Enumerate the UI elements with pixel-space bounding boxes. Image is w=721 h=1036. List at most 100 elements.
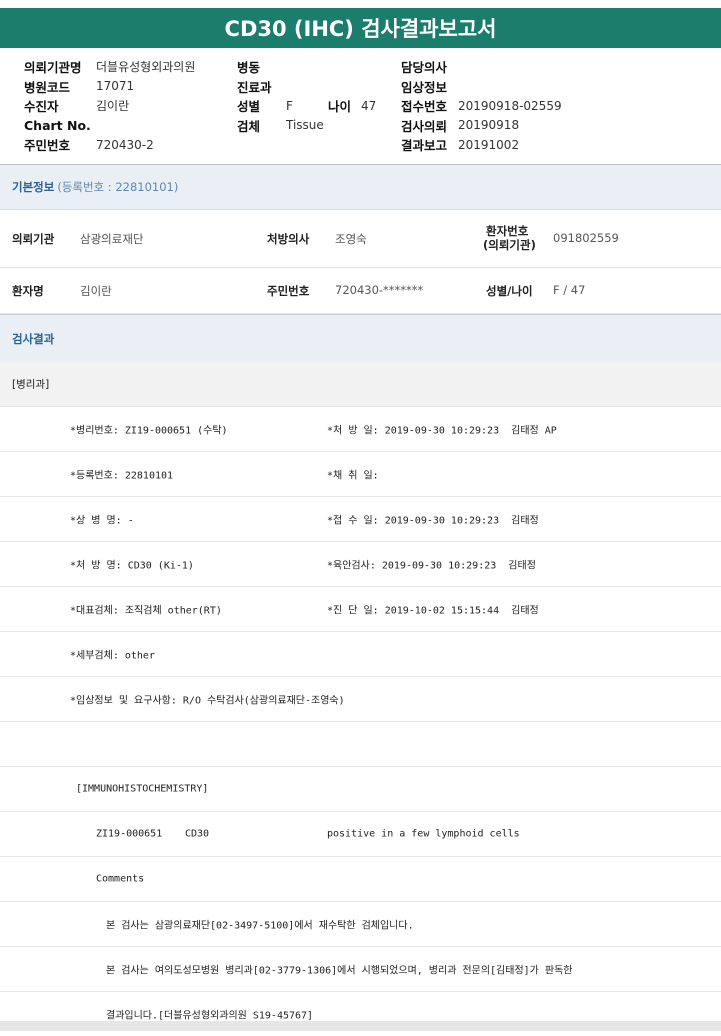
result-left: *등록번호: 22810101 xyxy=(70,470,174,482)
field-value: F xyxy=(286,98,293,113)
registration-number: (등록번호 : 22810101) xyxy=(57,180,179,194)
comments-label: Comments xyxy=(96,873,145,885)
header-col-1: 의뢰기관명 더블유성형외과의원 병원코드 17071 수진자 김이란 Chart No… xyxy=(24,57,195,155)
result-left: *대표검체: 조직검체 other(RT) xyxy=(70,605,222,617)
header-field: 의뢰기관명 더블유성형외과의원 xyxy=(24,57,195,77)
name-value: 김이란 xyxy=(80,284,112,298)
ihc-header: [IMMUNOHISTOCHEMISTRY] xyxy=(76,783,209,795)
ihc-marker: CD30 xyxy=(185,828,210,840)
result-right: *진 단 일: 2019-10-02 15:15:44 김태정 xyxy=(327,605,539,617)
comment-row: 본 검사는 삼광의료재단[02-3497-5100]에서 재수탁한 검체입니다. xyxy=(0,902,721,947)
result-left: *세부검체: other xyxy=(70,650,155,662)
field-value: 720430-2 xyxy=(96,137,154,152)
field-value: 17071 xyxy=(96,79,135,94)
comment-text: 결과입니다.[더블유성형외과의원 S19-45767] xyxy=(106,1010,314,1022)
comment-text: 본 검사는 여의도성모병원 병리과[02-3779-1306]에서 시행되었으며… xyxy=(106,965,573,977)
field-value: 20191002 xyxy=(458,137,520,152)
field-label: 주민번호 xyxy=(24,138,71,154)
field-label: 병동 xyxy=(237,60,261,76)
result-line: *등록번호: 22810101 *채 취 일: xyxy=(0,452,721,497)
result-line: *대표검체: 조직검체 other(RT) *진 단 일: 2019-10-02… xyxy=(0,587,721,632)
id-value: 720430-******* xyxy=(335,283,424,297)
department-row: [병리과] xyxy=(0,362,721,407)
institution-label: 의뢰기관 xyxy=(12,232,55,246)
header-field: 검체 Tissue xyxy=(237,116,376,136)
institution-value: 삼광의료재단 xyxy=(80,232,144,246)
header-field: Chart No. xyxy=(24,116,195,136)
header-col-3: 담당의사 임상정보 접수번호 20190918-02559 검사의뢰 2019091… xyxy=(401,57,562,155)
header-field: 임상정보 xyxy=(401,77,562,97)
header-field: 담당의사 xyxy=(401,57,562,77)
result-right: *채 취 일: xyxy=(327,470,379,482)
comment-row: 본 검사는 여의도성모병원 병리과[02-3779-1306]에서 시행되었으며… xyxy=(0,947,721,992)
header-field: 검사의뢰 20190918 xyxy=(401,116,562,136)
field-value: 20190918-02559 xyxy=(458,98,562,113)
blank-row xyxy=(0,722,721,767)
name-label: 환자명 xyxy=(12,284,44,298)
ihc-header-row: [IMMUNOHISTOCHEMISTRY] xyxy=(0,767,721,812)
field-label: 성별 xyxy=(237,99,261,115)
basic-info-header: 기본정보 (등록번호 : 22810101) xyxy=(0,165,721,210)
patient-no-value: 091802559 xyxy=(553,231,619,245)
field-label: Chart No. xyxy=(24,117,91,133)
result-left: *처 방 명: CD30 (Ki-1) xyxy=(70,560,194,572)
result-left: *병리번호: ZI19-000651 (수탁) xyxy=(70,425,228,437)
field-label: 접수번호 xyxy=(401,99,448,115)
header-field: 수진자 김이란 xyxy=(24,96,195,116)
id-label: 주민번호 xyxy=(267,284,310,298)
field-label: 임상정보 xyxy=(401,79,448,95)
header-field: 접수번호 20190918-02559 xyxy=(401,96,562,116)
header-field: 주민번호 720430-2 xyxy=(24,135,195,155)
field-label: 나이 xyxy=(328,99,352,115)
result-left: *상 병 명: - xyxy=(70,515,134,527)
report-title: CD30 (IHC) 검사결과보고서 xyxy=(0,8,721,48)
field-value: 김이란 xyxy=(96,99,130,114)
section-title: 검사결과 xyxy=(12,331,55,346)
department-label: [병리과] xyxy=(12,378,50,391)
result-right: *육안검사: 2019-09-30 10:29:23 김태정 xyxy=(327,560,536,572)
basic-info-row: 의뢰기관 삼광의료재단 처방의사 조영숙 환자번호 (의뢰기관) 0918025… xyxy=(0,210,721,268)
sex-age-value: F / 47 xyxy=(553,283,586,297)
field-label: 검체 xyxy=(237,118,261,134)
section-title: 기본정보 xyxy=(12,180,55,194)
field-value: 20190918 xyxy=(458,118,520,133)
header-field: 결과보고 20191002 xyxy=(401,135,562,155)
doctor-value: 조영숙 xyxy=(335,232,367,246)
comments-row: Comments xyxy=(0,857,721,902)
result-line: *처 방 명: CD30 (Ki-1) *육안검사: 2019-09-30 10… xyxy=(0,542,721,587)
result-line: *상 병 명: - *접 수 일: 2019-09-30 10:29:23 김태… xyxy=(0,497,721,542)
header-field: 진료과 xyxy=(237,77,376,97)
results-header: 검사결과 xyxy=(0,314,721,363)
sex-age-label: 성별/나이 xyxy=(486,284,533,298)
header-field: 병동 xyxy=(237,57,376,77)
ihc-result: positive in a few lymphoid cells xyxy=(327,828,520,840)
result-line: *임상정보 및 요구사항: R/O 수탁검사(삼광의료재단-조영숙) xyxy=(0,677,721,722)
field-label: 담당의사 xyxy=(401,60,448,76)
patient-no-sublabel: (의뢰기관) xyxy=(483,238,536,252)
field-label: 결과보고 xyxy=(401,138,448,154)
result-left: *임상정보 및 요구사항: R/O 수탁검사(삼광의료재단-조영숙) xyxy=(70,695,345,707)
header-col-2: 병동 진료과 성별 F 나이 47 검체 Tissue xyxy=(237,57,376,135)
ihc-result-row: ZI19-000651 CD30 positive in a few lymph… xyxy=(0,812,721,857)
field-label: 병원코드 xyxy=(24,79,71,95)
result-right: *접 수 일: 2019-09-30 10:29:23 김태정 xyxy=(327,515,539,527)
result-line: *병리번호: ZI19-000651 (수탁) *처 방 일: 2019-09-… xyxy=(0,407,721,452)
result-right: *처 방 일: 2019-09-30 10:29:23 김태정 AP xyxy=(327,425,557,437)
field-value: 47 xyxy=(361,98,377,113)
field-label: 진료과 xyxy=(237,79,272,95)
result-line: *세부검체: other xyxy=(0,632,721,677)
field-label: 수진자 xyxy=(24,99,59,115)
comment-text: 본 검사는 삼광의료재단[02-3497-5100]에서 재수탁한 검체입니다. xyxy=(106,920,414,932)
basic-info-row: 환자명 김이란 주민번호 720430-******* 성별/나이 F / 47 xyxy=(0,268,721,314)
results-body: [병리과] *병리번호: ZI19-000651 (수탁) *처 방 일: 20… xyxy=(0,362,721,1036)
field-value: Tissue xyxy=(286,118,324,133)
field-label: 검사의뢰 xyxy=(401,118,448,134)
header-field: 성별 F 나이 47 xyxy=(237,96,376,116)
field-value: 더블유성형외과의원 xyxy=(96,60,196,75)
header-field: 병원코드 17071 xyxy=(24,77,195,97)
field-label: 의뢰기관명 xyxy=(24,60,82,76)
doctor-label: 처방의사 xyxy=(267,232,310,246)
bottom-strip xyxy=(0,1021,721,1031)
report-header: 의뢰기관명 더블유성형외과의원 병원코드 17071 수진자 김이란 Chart No… xyxy=(0,52,721,164)
ihc-specimen: ZI19-000651 xyxy=(96,828,163,840)
